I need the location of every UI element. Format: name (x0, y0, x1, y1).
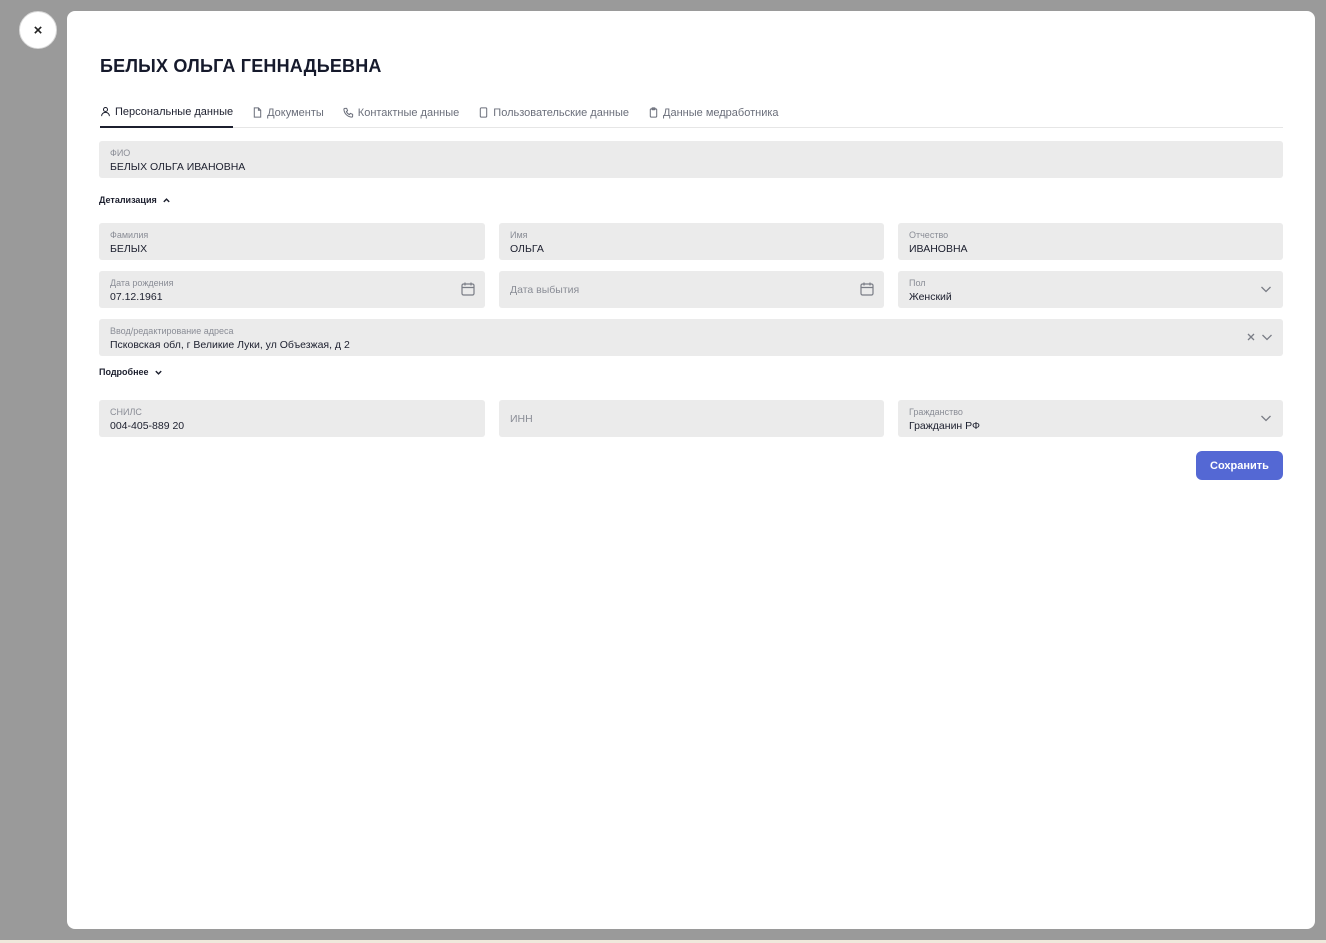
more-toggle-label: Подробнее (99, 367, 149, 377)
document-icon (253, 107, 262, 118)
detail-toggle-label: Детализация (99, 195, 157, 205)
tab-bar: Персональные данные Документы Контактные… (100, 99, 1283, 128)
tab-contacts[interactable]: Контактные данные (343, 99, 459, 128)
chevron-down-icon (1261, 286, 1271, 293)
tab-label: Контактные данные (357, 106, 460, 119)
birth-date-value: 07.12.1961 (110, 291, 163, 303)
fio-label: ФИО (110, 148, 131, 158)
citizenship-select[interactable]: Гражданство Гражданин РФ (898, 400, 1283, 437)
tab-personal-data[interactable]: Персональные данные (100, 99, 234, 128)
clipboard-icon (649, 107, 658, 118)
close-icon: × (33, 21, 43, 39)
patronymic-field[interactable]: Отчество ИВАНОВНА (898, 223, 1283, 260)
close-button[interactable]: × (19, 11, 57, 49)
detail-toggle[interactable]: Детализация (99, 195, 171, 205)
first-name-label: Имя (510, 230, 528, 240)
tab-medical-worker[interactable]: Данные медработника (648, 99, 779, 128)
snils-field[interactable]: СНИЛС 004-405-889 20 (99, 400, 485, 437)
clear-icon[interactable] (1243, 329, 1259, 345)
page-title: БЕЛЫХ ОЛЬГА ГЕННАДЬЕВНА (100, 56, 382, 76)
chevron-down-icon (154, 370, 162, 375)
phone-icon (343, 107, 353, 118)
calendar-icon[interactable] (460, 281, 476, 297)
address-value: Псковская обл, г Великие Луки, ул Объезж… (110, 339, 350, 351)
more-toggle[interactable]: Подробнее (99, 367, 163, 377)
address-label: Ввод/редактирование адреса (110, 326, 234, 336)
gender-value: Женский (909, 291, 952, 303)
tab-label: Пользовательские данные (493, 106, 630, 119)
gender-select[interactable]: Пол Женский (898, 271, 1283, 308)
calendar-icon[interactable] (859, 281, 875, 297)
tab-user-data[interactable]: Пользовательские данные (478, 99, 629, 128)
patronymic-label: Отчество (909, 230, 949, 240)
tab-label: Документы (267, 106, 324, 119)
save-button[interactable]: Сохранить (1196, 451, 1283, 480)
citizenship-label: Гражданство (909, 407, 963, 417)
device-icon (480, 107, 488, 118)
address-field[interactable]: Ввод/редактирование адреса Псковская обл… (99, 319, 1283, 356)
first-name-field[interactable]: Имя ОЛЬГА (499, 223, 884, 260)
chevron-down-icon[interactable] (1259, 329, 1275, 345)
last-name-label: Фамилия (110, 230, 149, 240)
departure-date-field[interactable]: Дата выбытия (499, 271, 884, 308)
fio-value: БЕЛЫХ ОЛЬГА ИВАНОВНА (110, 161, 246, 173)
birth-date-field[interactable]: Дата рождения 07.12.1961 (99, 271, 485, 308)
departure-date-placeholder: Дата выбытия (510, 284, 580, 296)
patient-modal: БЕЛЫХ ОЛЬГА ГЕННАДЬЕВНА Персональные дан… (67, 11, 1315, 929)
tab-documents[interactable]: Документы (252, 99, 324, 128)
fio-field[interactable]: ФИО БЕЛЫХ ОЛЬГА ИВАНОВНА (99, 141, 1283, 178)
snils-label: СНИЛС (110, 407, 142, 417)
patronymic-value: ИВАНОВНА (909, 243, 968, 255)
citizenship-value: Гражданин РФ (909, 420, 981, 432)
last-name-value: БЕЛЫХ (110, 243, 148, 255)
chevron-up-icon (163, 197, 170, 202)
inn-placeholder: ИНН (510, 413, 533, 425)
inn-field[interactable]: ИНН (499, 400, 884, 437)
user-icon (101, 106, 110, 117)
first-name-value: ОЛЬГА (510, 243, 544, 255)
snils-value: 004-405-889 20 (110, 420, 185, 432)
birth-date-label: Дата рождения (110, 278, 174, 288)
chevron-down-icon (1261, 415, 1271, 422)
tab-label: Персональные данные (115, 105, 234, 118)
gender-label: Пол (909, 278, 926, 288)
tab-label: Данные медработника (663, 106, 779, 119)
last-name-field[interactable]: Фамилия БЕЛЫХ (99, 223, 485, 260)
